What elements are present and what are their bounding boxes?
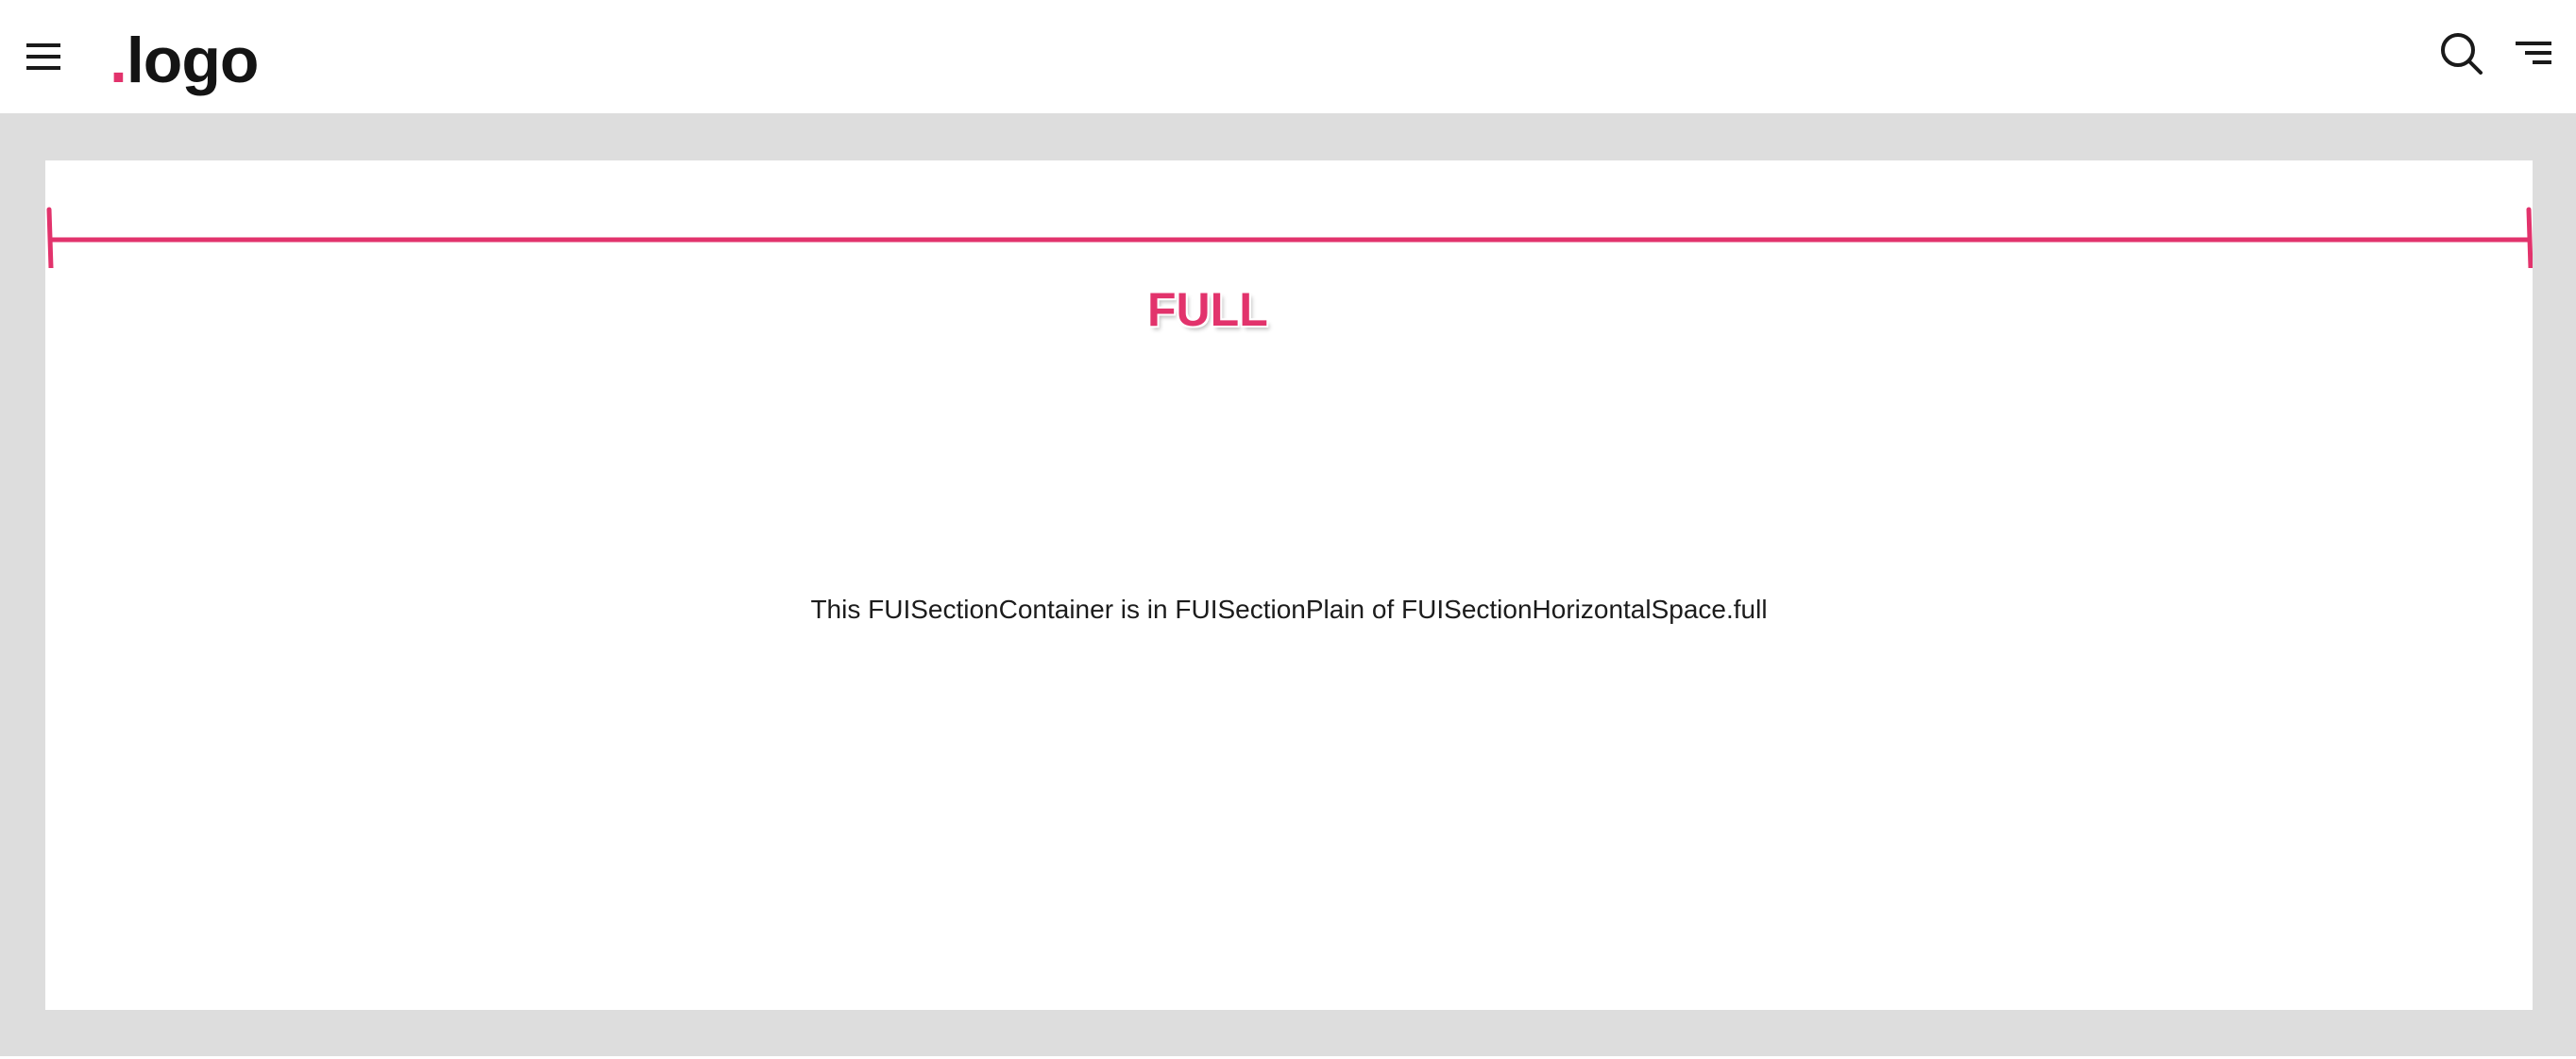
logo[interactable]: .logo [110,23,260,98]
app-bar: .logo [0,0,2576,113]
span-label: FULL [1147,283,1268,336]
hamburger-menu-icon[interactable] [25,38,64,76]
logo-text: logo [126,25,260,96]
filter-sort-icon[interactable] [2512,34,2555,72]
section-container: FULL This FUISectionContainer is in FUIS… [45,160,2533,1010]
section-description: This FUISectionContainer is in FUISectio… [810,595,1768,624]
horizontal-span-indicator [45,202,2533,268]
search-icon[interactable] [2438,30,2485,77]
logo-dot: . [110,25,127,96]
